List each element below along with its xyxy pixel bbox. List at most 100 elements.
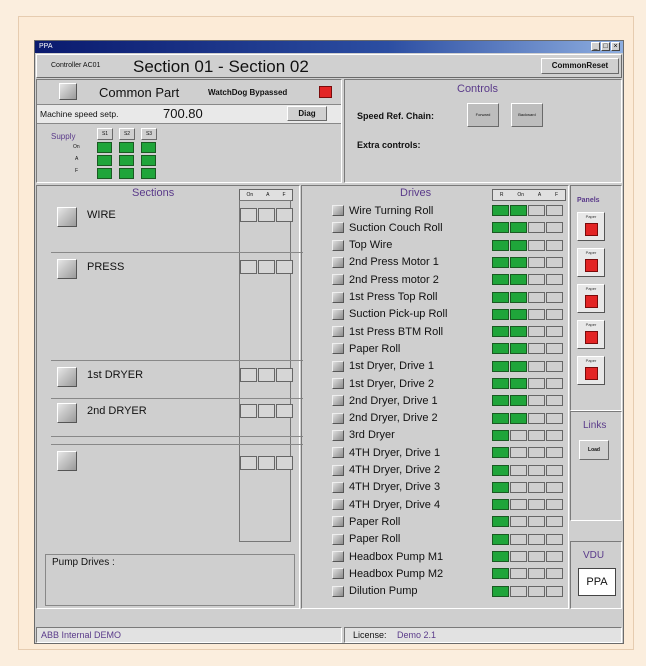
drive-status-indicators [492, 343, 564, 355]
vdu-ppa-button[interactable]: PPA [578, 568, 616, 596]
drive-name: 4TH Dryer, Drive 4 [349, 498, 441, 511]
drive-select-button[interactable] [332, 481, 344, 493]
drive-select-button[interactable] [332, 274, 344, 286]
drive-select-button[interactable] [332, 551, 344, 562]
speed-ref-backward-button[interactable]: Backward [511, 103, 543, 127]
maximize-icon[interactable]: □ [601, 42, 610, 51]
panel-button-4[interactable]: Paper [577, 320, 605, 349]
drives-header-a: A [537, 192, 542, 198]
speed-ref-backward-label: Backward [518, 112, 536, 117]
drive-status-indicators [492, 256, 564, 268]
section-title: Section 01 - Section 02 [133, 57, 309, 76]
drive-select-button[interactable] [332, 360, 344, 372]
panels-panel: Panels Paper Paper Paper Paper Paper [570, 185, 622, 411]
vdu-panel: VDU PPA [570, 541, 622, 609]
panel-button-3[interactable]: Paper [577, 284, 605, 313]
status-on-indicator [492, 464, 509, 476]
drive-select-button[interactable] [332, 256, 344, 268]
status-on-indicator [510, 343, 527, 355]
drive-select-button[interactable] [332, 378, 344, 389]
status-on-indicator [492, 239, 509, 251]
drives-header-f: F [554, 192, 559, 198]
panel-button-2[interactable]: Paper [577, 248, 605, 277]
drive-name: 2nd Dryer, Drive 2 [349, 412, 438, 425]
links-load-button[interactable]: Load [579, 440, 609, 460]
supply-indicator [119, 168, 134, 179]
speed-ref-forward-button[interactable]: Forward [467, 103, 499, 127]
drive-select-button[interactable] [332, 343, 344, 355]
drive-status-indicators [492, 378, 564, 389]
status-off-indicator [546, 395, 563, 407]
window-title: PPA [39, 43, 53, 50]
status-off-indicator [528, 464, 545, 476]
status-off-indicator [528, 395, 545, 407]
status-off-indicator [528, 205, 545, 216]
speed-value: 700.80 [163, 106, 203, 121]
status-on-indicator [492, 205, 509, 216]
common-part-panel: Common Part WatchDog Bypassed Machine sp… [36, 79, 342, 183]
drive-select-button[interactable] [332, 447, 344, 459]
status-on-indicator [492, 395, 509, 407]
drive-select-button[interactable] [332, 308, 344, 320]
drive-select-button[interactable] [332, 291, 344, 303]
close-icon[interactable]: × [611, 42, 620, 51]
drive-select-button[interactable] [332, 585, 344, 597]
panel-button-1[interactable]: Paper [577, 212, 605, 241]
drive-select-button[interactable] [332, 516, 344, 528]
status-off-indicator [510, 568, 527, 580]
status-off-indicator [546, 291, 563, 303]
controller-label: Controller AC01 [51, 62, 101, 69]
status-off-indicator [528, 326, 545, 338]
status-on-indicator [510, 326, 527, 338]
drive-status-indicators [492, 360, 564, 372]
status-off-indicator [528, 481, 545, 493]
status-on-indicator [492, 516, 509, 528]
drive-select-button[interactable] [332, 568, 344, 580]
status-left: ABB Internal DEMO [36, 627, 342, 643]
drive-select-button[interactable] [332, 464, 344, 476]
panel-button-5[interactable]: Paper [577, 356, 605, 385]
status-off-indicator [546, 274, 563, 286]
minimize-icon[interactable]: _ [591, 42, 600, 51]
drives-header-r: R [499, 192, 504, 198]
drive-select-button[interactable] [332, 205, 344, 216]
status-off-indicator [510, 464, 527, 476]
status-off-indicator [510, 447, 527, 459]
drive-select-button[interactable] [332, 222, 344, 234]
drive-select-button[interactable] [332, 412, 344, 424]
section-wire-button[interactable] [57, 207, 77, 227]
status-on-indicator [510, 222, 527, 234]
status-on-indicator [492, 326, 509, 338]
status-on-indicator [510, 256, 527, 268]
drive-select-button[interactable] [332, 533, 344, 545]
section-wire-label: WIRE [87, 209, 116, 221]
drive-select-button[interactable] [332, 395, 344, 407]
supply-column-1: S1 [97, 128, 113, 140]
section-empty-button[interactable] [57, 451, 77, 471]
drive-status-indicators [492, 585, 564, 597]
drive-name: Wire Turning Roll [349, 204, 434, 217]
section-press-button[interactable] [57, 259, 77, 279]
section-2nd-dryer-button[interactable] [57, 403, 77, 423]
drive-select-button[interactable] [332, 239, 344, 251]
drive-select-button[interactable] [332, 429, 344, 441]
drive-name: Top Wire [349, 239, 393, 252]
common-reset-button[interactable]: CommonReset [541, 58, 619, 74]
drive-status-indicators [492, 205, 564, 216]
status-on-indicator [492, 256, 509, 268]
section-1st-dryer-button[interactable] [57, 367, 77, 387]
supply-indicator [119, 142, 134, 153]
drive-select-button[interactable] [332, 326, 344, 338]
status-on-indicator [492, 481, 509, 493]
supply-grid: S1 S2 S3 [97, 128, 177, 182]
common-part-button[interactable] [59, 83, 77, 100]
drive-select-button[interactable] [332, 499, 344, 511]
drive-name: 1st Press BTM Roll [349, 325, 444, 338]
drive-name: 1st Press Top Roll [349, 291, 438, 303]
drive-name: 4TH Dryer, Drive 3 [349, 481, 441, 494]
panel-button-label: Paper [585, 250, 597, 255]
status-off-indicator [528, 516, 545, 528]
diag-button[interactable]: Diag [287, 106, 327, 121]
status-off-indicator [528, 256, 545, 268]
status-off-indicator [510, 481, 527, 493]
